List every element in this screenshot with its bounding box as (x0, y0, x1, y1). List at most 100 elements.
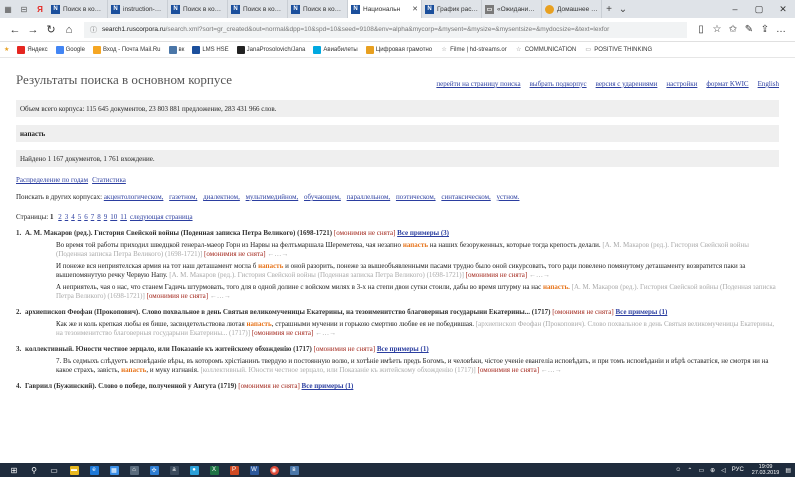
word-taskbar-icon[interactable]: W (244, 464, 264, 476)
clock[interactable]: 19:09 27.03.2019 (752, 464, 780, 476)
back-icon[interactable]: ← (6, 24, 24, 36)
tab-list-chevron-icon[interactable]: ⌄ (616, 4, 630, 15)
vk-taskbar-icon[interactable]: в (284, 464, 304, 476)
powerpoint-taskbar-icon[interactable]: P (224, 464, 244, 476)
favorites-list-icon[interactable]: ✩ (725, 24, 741, 35)
corpus-link[interactable]: синтаксическом, (441, 193, 490, 201)
page-link[interactable]: 3 (65, 213, 69, 221)
corpus-link[interactable]: мультимедийном, (246, 193, 299, 201)
distribution-by-year-link[interactable]: Распределение по годам (16, 176, 88, 184)
corpus-link[interactable]: поэтическом, (396, 193, 436, 201)
all-examples-link[interactable]: Все примеры (1) (615, 308, 667, 316)
bookmark-item[interactable]: ▭ POSITIVE THINKING (584, 46, 652, 54)
corpus-link[interactable]: акцентологическом, (104, 193, 164, 201)
expand-context-arrows[interactable]: ←…→ (210, 292, 231, 300)
top-link[interactable]: English (758, 80, 779, 88)
top-link[interactable]: формат KWIC (706, 80, 748, 88)
minimize-button[interactable]: – (723, 4, 747, 15)
favorite-star-icon[interactable]: ☆ (709, 24, 725, 35)
browser-tab[interactable]: N Поиск в корпус (168, 0, 228, 18)
forward-icon[interactable]: → (24, 24, 42, 36)
windows-start-icon[interactable]: ⊞ (4, 464, 24, 476)
store-taskbar-icon[interactable]: ▦ (104, 464, 124, 476)
top-link[interactable]: перейти на страницу поиска (436, 80, 520, 88)
browser-tab[interactable]: N Поиск в корпус (48, 0, 108, 18)
reload-icon[interactable]: ↻ (42, 23, 60, 36)
explorer-taskbar-icon[interactable]: ▬ (64, 464, 84, 476)
corpus-link[interactable]: газетном, (169, 193, 197, 201)
expand-context-arrows[interactable]: ←…→ (529, 271, 550, 279)
tab-actions-icon[interactable]: ▦ (0, 0, 16, 18)
search-icon[interactable]: ⚲ (24, 464, 44, 476)
page-link[interactable]: 11 (120, 213, 127, 221)
language-indicator[interactable]: РУС (732, 467, 744, 473)
bookmark-item[interactable]: Вход - Почта Mail.Ru (92, 45, 161, 54)
bookmark-item[interactable]: ☆ Filme | hd-streams.or (440, 46, 506, 54)
browser-tab[interactable]: N Поиск в корпус (228, 0, 288, 18)
corpus-link[interactable]: диалектном, (203, 193, 240, 201)
chrome-taskbar-icon[interactable]: ◉ (264, 464, 284, 476)
new-tab-button[interactable]: + (602, 4, 616, 15)
all-examples-link[interactable]: Все примеры (1) (302, 382, 354, 390)
all-examples-link[interactable]: Все примеры (3) (397, 229, 449, 237)
edge-taskbar-icon[interactable]: e (84, 464, 104, 476)
bookmark-item[interactable]: Яндекс (17, 45, 48, 54)
teams-taskbar-icon[interactable]: ● (184, 464, 204, 476)
page-link[interactable]: 5 (78, 213, 82, 221)
next-page-link[interactable]: следующая страница (130, 213, 193, 221)
bookmark-item[interactable]: Авиабилеты (313, 45, 358, 54)
page-link[interactable]: 7 (91, 213, 95, 221)
document-name[interactable]: А. М. Макаров (ред.). Гистория Свейской … (25, 229, 332, 237)
browser-tab[interactable]: N Поиск в корпус (288, 0, 348, 18)
page-link[interactable]: 2 (58, 213, 62, 221)
volume-icon[interactable]: ◁ (721, 467, 726, 474)
network-icon[interactable]: ⊕ (710, 467, 715, 474)
tray-chevron-icon[interactable]: ⌃ (687, 467, 692, 474)
browser-tab[interactable]: Домашнее зад (542, 0, 602, 18)
expand-context-arrows[interactable]: ←…→ (315, 329, 336, 337)
bookmark-item[interactable]: LMS HSE (192, 45, 229, 54)
home-icon[interactable]: ⌂ (60, 24, 78, 36)
favorites-bar-icon[interactable]: ★ (4, 46, 9, 53)
info-icon[interactable]: ⓘ (90, 25, 97, 35)
browser-tab[interactable]: Ninstruction-mai (108, 0, 168, 18)
pen-icon[interactable]: ✎ (741, 24, 757, 35)
page-link[interactable]: 9 (104, 213, 108, 221)
battery-icon[interactable]: ▭ (698, 467, 704, 474)
notifications-icon[interactable]: ▤ (785, 467, 791, 474)
browser-tab[interactable]: ▭ «Ожидание от (482, 0, 542, 18)
corpus-link[interactable]: обучающем, (304, 193, 341, 201)
top-link[interactable]: версия с ударениями (596, 80, 658, 88)
yandex-tab-icon[interactable]: Я (32, 0, 48, 18)
share-icon[interactable]: ⇪ (757, 24, 773, 35)
page-link[interactable]: 8 (97, 213, 101, 221)
expand-context-arrows[interactable]: ←…→ (541, 366, 562, 374)
bookmark-item[interactable]: JanaProsolovich/Jana (236, 45, 305, 54)
page-link[interactable]: 4 (71, 213, 75, 221)
expand-context-arrows[interactable]: ←…→ (267, 250, 288, 258)
a-taskbar-icon[interactable]: a (164, 464, 184, 476)
active-tab[interactable]: N Национальн ✕ (348, 0, 422, 18)
more-icon[interactable]: … (773, 24, 789, 35)
bookmark-item[interactable]: Google (55, 45, 85, 54)
corpus-link[interactable]: параллельном, (347, 193, 391, 201)
all-examples-link[interactable]: Все примеры (1) (377, 345, 429, 353)
top-link[interactable]: настройки (666, 80, 697, 88)
document-name[interactable]: архиепископ Феофан (Прокопович). Слово п… (25, 308, 550, 316)
bag-taskbar-icon[interactable]: ⌂ (124, 464, 144, 476)
tab-sidebar-icon[interactable]: ⊟ (16, 0, 32, 18)
page-link[interactable]: 6 (84, 213, 88, 221)
close-window-button[interactable]: ✕ (771, 4, 795, 15)
excel-taskbar-icon[interactable]: X (204, 464, 224, 476)
bookmark-item[interactable]: вк (168, 45, 184, 54)
reading-view-icon[interactable]: ▯ (693, 24, 709, 35)
task-view-icon[interactable]: ▭ (44, 464, 64, 476)
bookmark-item[interactable]: ☆ COMMUNICATION (515, 46, 576, 54)
people-icon[interactable]: ☺ (675, 467, 681, 473)
browser-tab[interactable]: N График распре (422, 0, 482, 18)
url-input[interactable]: ⓘ search1.ruscorpora.ru /search.xml?sort… (84, 21, 687, 38)
document-name[interactable]: Гавриил (Бужинский). Слово о победе, пол… (25, 382, 237, 390)
bookmark-item[interactable]: Цифровая грамотно (365, 45, 432, 54)
close-tab-icon[interactable]: ✕ (410, 5, 418, 13)
page-link[interactable]: 10 (110, 213, 117, 221)
